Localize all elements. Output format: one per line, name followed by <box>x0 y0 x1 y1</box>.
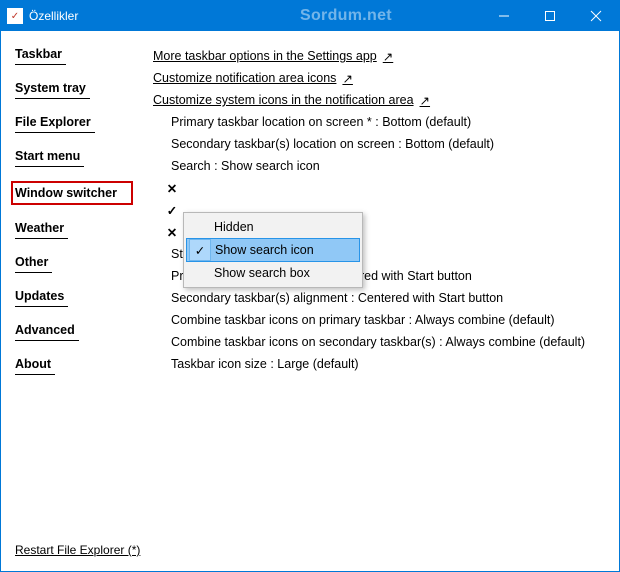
dropdown-item-show-search-box[interactable]: Show search box <box>186 261 360 285</box>
search-dropdown: Hidden ✓ Show search icon Show search bo… <box>183 212 363 288</box>
setting-primary-taskbar-location[interactable]: Primary taskbar location on screen * : B… <box>153 111 609 133</box>
setting-combine-primary[interactable]: Combine taskbar icons on primary taskbar… <box>153 309 609 331</box>
dropdown-item-label: Show search box <box>214 266 310 280</box>
setting-secondary-taskbar-location[interactable]: Secondary taskbar(s) location on screen … <box>153 133 609 155</box>
maximize-button[interactable] <box>527 1 573 31</box>
sidebar-item-start-menu[interactable]: Start menu <box>15 147 84 167</box>
option-row-1[interactable]: ✕ <box>153 177 609 199</box>
setting-search[interactable]: Search : Show search icon <box>153 155 609 177</box>
setting-combine-secondary[interactable]: Combine taskbar icons on secondary taskb… <box>153 331 609 353</box>
main-panel: More taskbar options in the Settings app… <box>153 31 619 571</box>
close-button[interactable] <box>573 1 619 31</box>
setting-taskbar-icon-size[interactable]: Taskbar icon size : Large (default) <box>153 353 609 375</box>
dropdown-item-label: Hidden <box>214 220 254 234</box>
link-customize-system-icons[interactable]: Customize system icons in the notificati… <box>153 89 609 111</box>
external-link-icon: ↗ <box>420 93 430 108</box>
app-icon: ✓ <box>7 8 23 24</box>
dropdown-item-label: Show search icon <box>215 243 314 257</box>
sidebar: Taskbar System tray File Explorer Start … <box>1 31 153 571</box>
sidebar-item-window-switcher[interactable]: Window switcher <box>11 181 133 205</box>
sidebar-item-system-tray[interactable]: System tray <box>15 79 90 99</box>
link-more-taskbar-options[interactable]: More taskbar options in the Settings app… <box>153 45 609 67</box>
window-title: Özellikler <box>29 9 78 23</box>
cross-icon: ✕ <box>165 181 179 196</box>
dropdown-check-slot <box>188 215 210 239</box>
setting-secondary-alignment[interactable]: Secondary taskbar(s) alignment : Centere… <box>153 287 609 309</box>
content-area: Taskbar System tray File Explorer Start … <box>1 31 619 571</box>
link-label: Customize system icons in the notificati… <box>153 93 414 107</box>
cross-icon: ✕ <box>165 225 179 240</box>
watermark: Sordum.net <box>300 7 392 25</box>
sidebar-item-weather[interactable]: Weather <box>15 219 68 239</box>
sidebar-item-file-explorer[interactable]: File Explorer <box>15 113 95 133</box>
check-icon: ✓ <box>189 239 211 261</box>
external-link-icon: ↗ <box>342 71 352 86</box>
minimize-button[interactable] <box>481 1 527 31</box>
titlebar[interactable]: ✓ Özellikler Sordum.net <box>1 1 619 31</box>
dropdown-item-show-search-icon[interactable]: ✓ Show search icon <box>186 238 360 262</box>
window-controls <box>481 1 619 31</box>
sidebar-item-other[interactable]: Other <box>15 253 52 273</box>
sidebar-item-about[interactable]: About <box>15 355 55 375</box>
external-link-icon: ↗ <box>383 49 393 64</box>
link-label: Customize notification area icons <box>153 71 336 85</box>
sidebar-item-updates[interactable]: Updates <box>15 287 68 307</box>
sidebar-item-advanced[interactable]: Advanced <box>15 321 79 341</box>
dropdown-item-hidden[interactable]: Hidden <box>186 215 360 239</box>
restart-file-explorer-link[interactable]: Restart File Explorer (*) <box>15 543 140 557</box>
sidebar-item-taskbar[interactable]: Taskbar <box>15 45 66 65</box>
dropdown-check-slot <box>188 261 210 285</box>
link-customize-notification-icons[interactable]: Customize notification area icons ↗ <box>153 67 609 89</box>
link-label: More taskbar options in the Settings app <box>153 49 377 63</box>
check-icon: ✓ <box>165 203 179 218</box>
